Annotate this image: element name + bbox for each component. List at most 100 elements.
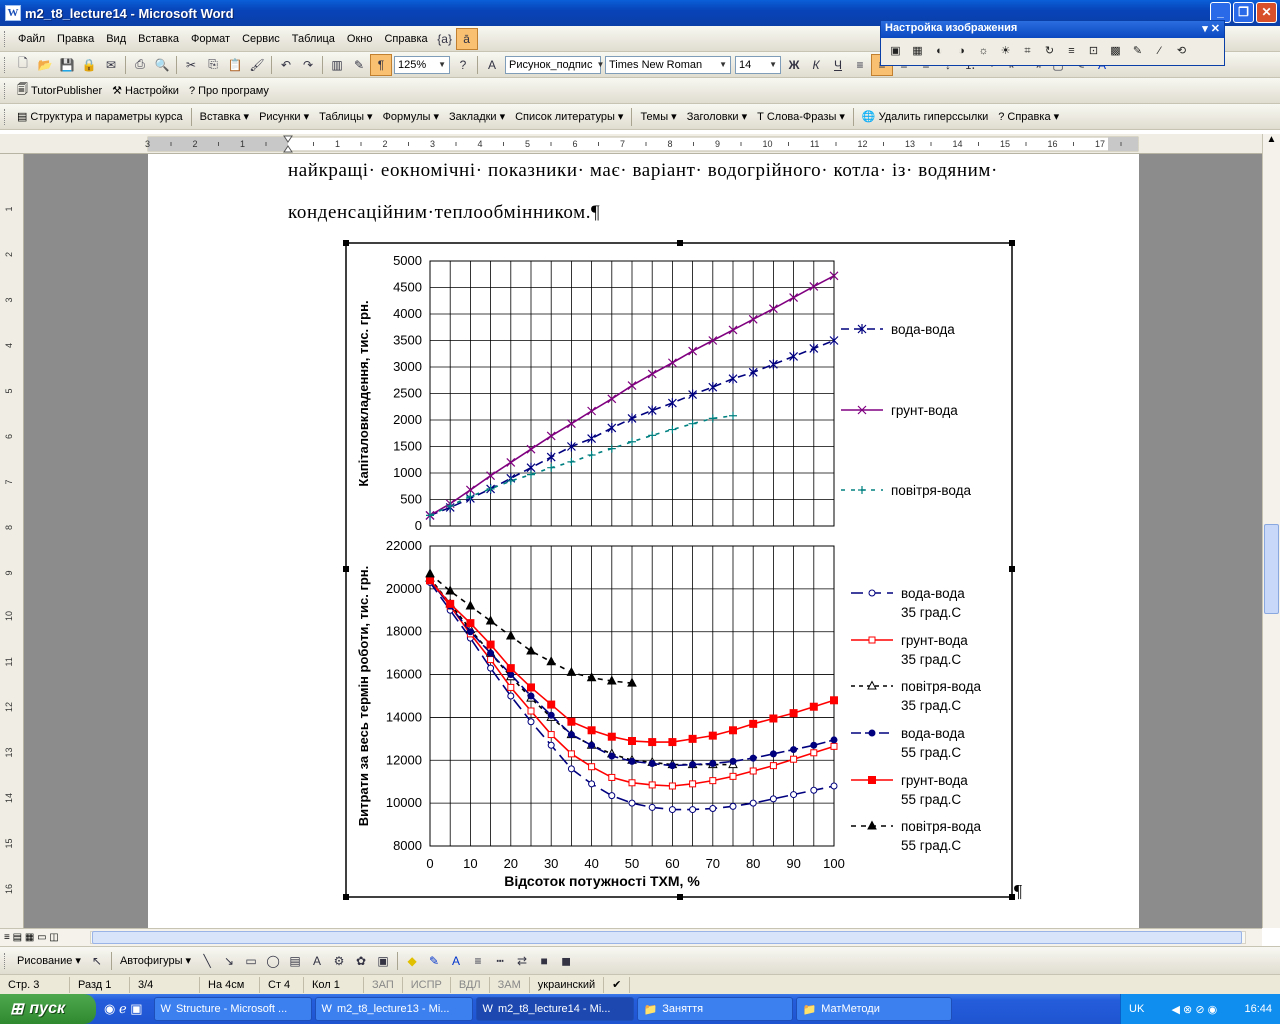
menu-window[interactable]: Окно	[341, 31, 379, 47]
scroll-up-icon[interactable]: ▲	[1263, 134, 1280, 145]
open-icon[interactable]: 📂	[34, 54, 56, 76]
new-document-icon[interactable]: 🗋	[12, 54, 34, 76]
cut-icon[interactable]: ✂	[180, 54, 202, 76]
horizontal-ruler[interactable]: 3 2 1 1 2 3 4 5 6 7 8 9 10 11 12 13 14 15 16 17	[0, 134, 1280, 154]
rectangle-icon[interactable]: ▭	[240, 950, 262, 972]
menu-table[interactable]: Таблица	[286, 31, 341, 47]
help-icon[interactable]: ?	[452, 54, 474, 76]
menu-tools[interactable]: Сервис	[236, 31, 286, 47]
menu-help[interactable]: Справка	[378, 31, 433, 47]
status-overtype[interactable]: ЗАМ	[490, 976, 530, 993]
word-app-icon[interactable]: W	[5, 5, 21, 21]
clipart-icon[interactable]: ✿	[350, 950, 372, 972]
wordart-icon[interactable]: A	[306, 950, 328, 972]
drawing-menu-button[interactable]: Рисование ▾	[12, 952, 86, 969]
text-wrapping-icon[interactable]: ▩	[1105, 41, 1126, 61]
taskbar-item[interactable]: Wm2_t8_lecture13 - Mi...	[314, 997, 473, 1021]
more-contrast-icon[interactable]: ◐	[929, 41, 950, 61]
italic-icon[interactable]: К	[805, 54, 827, 76]
styles-pane-icon[interactable]: A	[481, 54, 503, 76]
oval-icon[interactable]: ◯	[262, 950, 284, 972]
arrow-style-icon[interactable]: ⇄	[511, 950, 533, 972]
compress-icon[interactable]: ⊡	[1083, 41, 1104, 61]
remove-hyperlinks-button[interactable]: 🌐 Удалить гиперссылки	[857, 108, 993, 125]
horizontal-scrollbar[interactable]: ≡ ▤ ▦ ▭ ◫	[0, 928, 1262, 946]
arrow-icon[interactable]: ↘	[218, 950, 240, 972]
settings-button[interactable]: ⚒ Настройки	[107, 82, 184, 99]
columns-icon[interactable]: ▥	[326, 54, 348, 76]
headings-menu-button[interactable]: Заголовки ▾	[682, 108, 752, 125]
line-style-icon[interactable]: ≡	[1061, 41, 1082, 61]
autoshapes-menu-button[interactable]: Автофигуры ▾	[115, 952, 196, 969]
format-picture-icon[interactable]: ✎	[1127, 41, 1148, 61]
permission-icon[interactable]: 🔒	[78, 54, 100, 76]
line-style-icon[interactable]: ≡	[467, 950, 489, 972]
taskbar-item[interactable]: 📁 МатМетоди	[795, 997, 952, 1021]
references-menu-button[interactable]: Список литературы ▾	[510, 108, 628, 125]
print-icon[interactable]: ⎙	[129, 54, 151, 76]
taskbar-item-active[interactable]: Wm2_t8_lecture14 - Mi...	[475, 997, 634, 1021]
zoom-select[interactable]: 125% ▼	[394, 55, 450, 74]
picture-icon[interactable]: ▣	[372, 950, 394, 972]
rotate-icon[interactable]: ↻	[1039, 41, 1060, 61]
email-icon[interactable]: ✉	[100, 54, 122, 76]
style-select[interactable]: Рисунок_подпис ▼	[505, 55, 604, 74]
less-brightness-icon[interactable]: ☀	[995, 41, 1016, 61]
print-preview-icon[interactable]: 🔍	[151, 54, 173, 76]
copy-icon[interactable]: ⎘	[202, 54, 224, 76]
shadow-icon[interactable]: ■	[533, 950, 555, 972]
redo-icon[interactable]: ↷	[297, 54, 319, 76]
paste-icon[interactable]: 📋	[224, 54, 246, 76]
view-buttons[interactable]: ≡ ▤ ▦ ▭ ◫	[4, 932, 59, 943]
toolbar-grip[interactable]	[4, 952, 8, 969]
close-icon[interactable]: ▾ ✕	[1202, 22, 1220, 37]
more-brightness-icon[interactable]: ☼	[973, 41, 994, 61]
equation-icon[interactable]: {a}	[434, 28, 456, 50]
textbox-icon[interactable]: ▤	[284, 950, 306, 972]
fill-color-icon[interactable]: ◆	[401, 950, 423, 972]
menu-format[interactable]: Формат	[185, 31, 236, 47]
diagram-icon[interactable]: ⚙	[328, 950, 350, 972]
horizontal-scroll-thumb[interactable]	[92, 931, 1242, 944]
tray-icons[interactable]: ◀ ⊗ ⊘ ◉	[1172, 1003, 1218, 1016]
taskbar-item[interactable]: 📁 Заняття	[636, 997, 793, 1021]
font-size-select[interactable]: 14 ▼	[735, 55, 781, 74]
set-transparent-icon[interactable]: ⁄	[1149, 41, 1170, 61]
vertical-scrollbar[interactable]: ▲	[1262, 134, 1280, 928]
phrases-menu-button[interactable]: T Слова-Фразы ▾	[752, 108, 850, 125]
course-help-button[interactable]: ? Справка ▾	[993, 108, 1064, 125]
select-objects-icon[interactable]: ↖	[86, 950, 108, 972]
undo-icon[interactable]: ↶	[275, 54, 297, 76]
paragraph-line-1[interactable]: найкращі· еокномічні· показники· має· ва…	[288, 160, 998, 182]
clock[interactable]: 16:44	[1244, 1003, 1272, 1015]
menu-insert[interactable]: Вставка	[132, 31, 185, 47]
less-contrast-icon[interactable]: ◑	[951, 41, 972, 61]
crop-icon[interactable]: ⌗	[1017, 41, 1038, 61]
formulas-menu-button[interactable]: Формулы ▾	[378, 108, 444, 125]
save-icon[interactable]: 💾	[56, 54, 78, 76]
status-track[interactable]: ИСПР	[403, 976, 451, 993]
line-icon[interactable]: ╲	[196, 950, 218, 972]
pictures-menu-button[interactable]: Рисунки ▾	[254, 108, 314, 125]
3d-icon[interactable]: ◼	[555, 950, 577, 972]
bold-icon[interactable]: Ж	[783, 54, 805, 76]
symbol-icon[interactable]: ā	[455, 27, 478, 50]
about-button[interactable]: ? Про програму	[184, 83, 274, 99]
chart-picture[interactable]: 0500100015002000250030003500400045005000…	[343, 240, 1023, 900]
status-extend[interactable]: ВДЛ	[451, 976, 490, 993]
underline-icon[interactable]: Ч	[827, 54, 849, 76]
quick-launch-icons[interactable]: ◉ ℯ ▣	[104, 1001, 143, 1017]
align-left-icon[interactable]: ≡	[849, 54, 871, 76]
topics-menu-button[interactable]: Темы ▾	[635, 108, 681, 125]
close-button[interactable]: ✕	[1256, 2, 1277, 23]
vertical-ruler[interactable]: 1234567891011121314151617	[0, 154, 24, 940]
language-indicator[interactable]: UK	[1129, 1003, 1144, 1015]
document-page[interactable]: найкращі· еокномічні· показники· має· ва…	[148, 154, 1139, 928]
paragraph-line-2[interactable]: конденсаційним·теплообмінником.¶	[288, 202, 600, 224]
menu-edit[interactable]: Правка	[51, 31, 100, 47]
line-color-icon[interactable]: ✎	[423, 950, 445, 972]
dash-style-icon[interactable]: ┅	[489, 950, 511, 972]
toolbar-grip[interactable]	[4, 56, 8, 73]
font-color-icon[interactable]: A	[445, 950, 467, 972]
insert-picture-icon[interactable]: ▣	[885, 41, 906, 61]
